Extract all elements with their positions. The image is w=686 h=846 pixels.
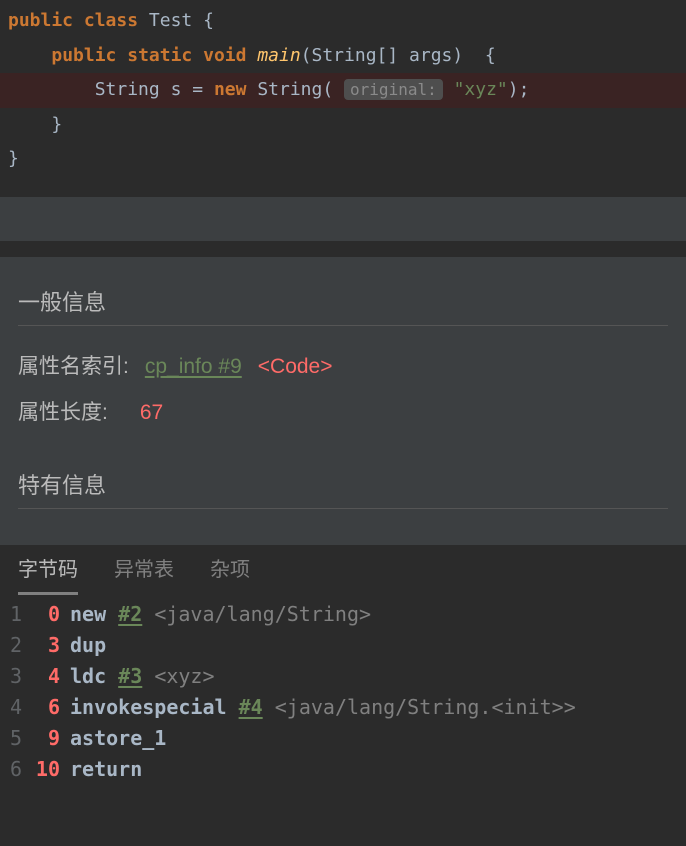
code-line-2: public static void main(String[] args) { xyxy=(0,39,686,74)
code-line-5: } xyxy=(0,142,686,177)
tab-exception[interactable]: 异常表 xyxy=(114,553,174,595)
bytecode-row: 4 6 invokespecial #4 <java/lang/String.<… xyxy=(0,692,686,723)
keyword-public: public xyxy=(8,10,73,31)
method-name: main xyxy=(257,45,300,66)
bc-instr: ldc xyxy=(70,664,106,688)
bytecode-row: 6 10 return xyxy=(0,754,686,785)
param-hint: original: xyxy=(344,79,443,100)
bc-ref[interactable]: #4 xyxy=(239,695,263,719)
bottom-panel: 一般信息 属性名索引: cp_info #9 <Code> 属性长度: 67 特… xyxy=(0,257,686,545)
attr-length-label: 属性长度: xyxy=(18,396,108,426)
bc-ref[interactable]: #2 xyxy=(118,602,142,626)
bc-instr: astore_1 xyxy=(70,726,166,750)
bytecode-row: 5 9 astore_1 xyxy=(0,723,686,754)
bc-ref[interactable]: #3 xyxy=(118,664,142,688)
brace: { xyxy=(203,10,214,31)
bc-comment: <java/lang/String.<init>> xyxy=(275,695,576,719)
rparen: ); xyxy=(508,79,530,100)
params: (String[] args) xyxy=(301,45,464,66)
code-editor[interactable]: public class Test { public static void m… xyxy=(0,0,686,197)
code-line-4: } xyxy=(0,108,686,143)
class-name: Test xyxy=(149,10,192,31)
ctor-name: String xyxy=(257,79,322,100)
bytecode-table: 1 0 new #2 <java/lang/String> 2 3 dup 3 … xyxy=(0,595,686,789)
var-name: s xyxy=(171,79,182,100)
bc-linenum: 2 xyxy=(0,630,28,661)
bytecode-row: 1 0 new #2 <java/lang/String> xyxy=(0,599,686,630)
string-literal: "xyz" xyxy=(454,79,508,100)
keyword-static: static xyxy=(127,45,192,66)
keyword-void: void xyxy=(203,45,246,66)
lparen: ( xyxy=(322,79,333,100)
specific-section-title: 特有信息 xyxy=(18,468,668,500)
keyword-new: new xyxy=(214,79,247,100)
bc-linenum: 4 xyxy=(0,692,28,723)
code-line-3: String s = new String( original: "xyz"); xyxy=(0,73,686,108)
brace: } xyxy=(51,114,62,135)
brace: { xyxy=(485,45,496,66)
keyword-public: public xyxy=(51,45,116,66)
attr-index-label: 属性名索引: xyxy=(18,350,129,380)
general-section-title: 一般信息 xyxy=(18,285,668,317)
bc-offset: 10 xyxy=(28,754,70,785)
bc-linenum: 1 xyxy=(0,599,28,630)
brace: } xyxy=(8,148,19,169)
attr-index-row: 属性名索引: cp_info #9 <Code> xyxy=(18,350,668,380)
bc-linenum: 5 xyxy=(0,723,28,754)
bc-linenum: 6 xyxy=(0,754,28,785)
type-string: String xyxy=(95,79,160,100)
keyword-class: class xyxy=(84,10,138,31)
divider xyxy=(18,508,668,509)
tab-bytecode[interactable]: 字节码 xyxy=(18,553,78,595)
bytecode-row: 3 4 ldc #3 <xyz> xyxy=(0,661,686,692)
bc-instr: return xyxy=(70,757,142,781)
bytecode-tabs: 字节码 异常表 杂项 xyxy=(0,545,686,595)
bc-offset: 3 xyxy=(28,630,70,661)
bc-comment: <xyz> xyxy=(154,664,214,688)
spacer-bar xyxy=(0,197,686,241)
bc-offset: 0 xyxy=(28,599,70,630)
bc-comment: <java/lang/String> xyxy=(154,602,371,626)
bc-instr: invokespecial xyxy=(70,695,227,719)
code-line-1: public class Test { xyxy=(0,4,686,39)
bc-offset: 6 xyxy=(28,692,70,723)
bc-offset: 9 xyxy=(28,723,70,754)
gap xyxy=(0,241,686,257)
attr-length-value: 67 xyxy=(140,401,163,425)
bytecode-row: 2 3 dup xyxy=(0,630,686,661)
tab-misc[interactable]: 杂项 xyxy=(210,553,250,595)
attr-index-link[interactable]: cp_info #9 xyxy=(145,355,242,379)
bc-instr: dup xyxy=(70,633,106,657)
eq: = xyxy=(192,79,203,100)
attr-length-row: 属性长度: 67 xyxy=(18,396,668,426)
bc-linenum: 3 xyxy=(0,661,28,692)
attr-index-value: <Code> xyxy=(258,355,333,379)
divider xyxy=(18,325,668,326)
bc-instr: new xyxy=(70,602,106,626)
bc-offset: 4 xyxy=(28,661,70,692)
